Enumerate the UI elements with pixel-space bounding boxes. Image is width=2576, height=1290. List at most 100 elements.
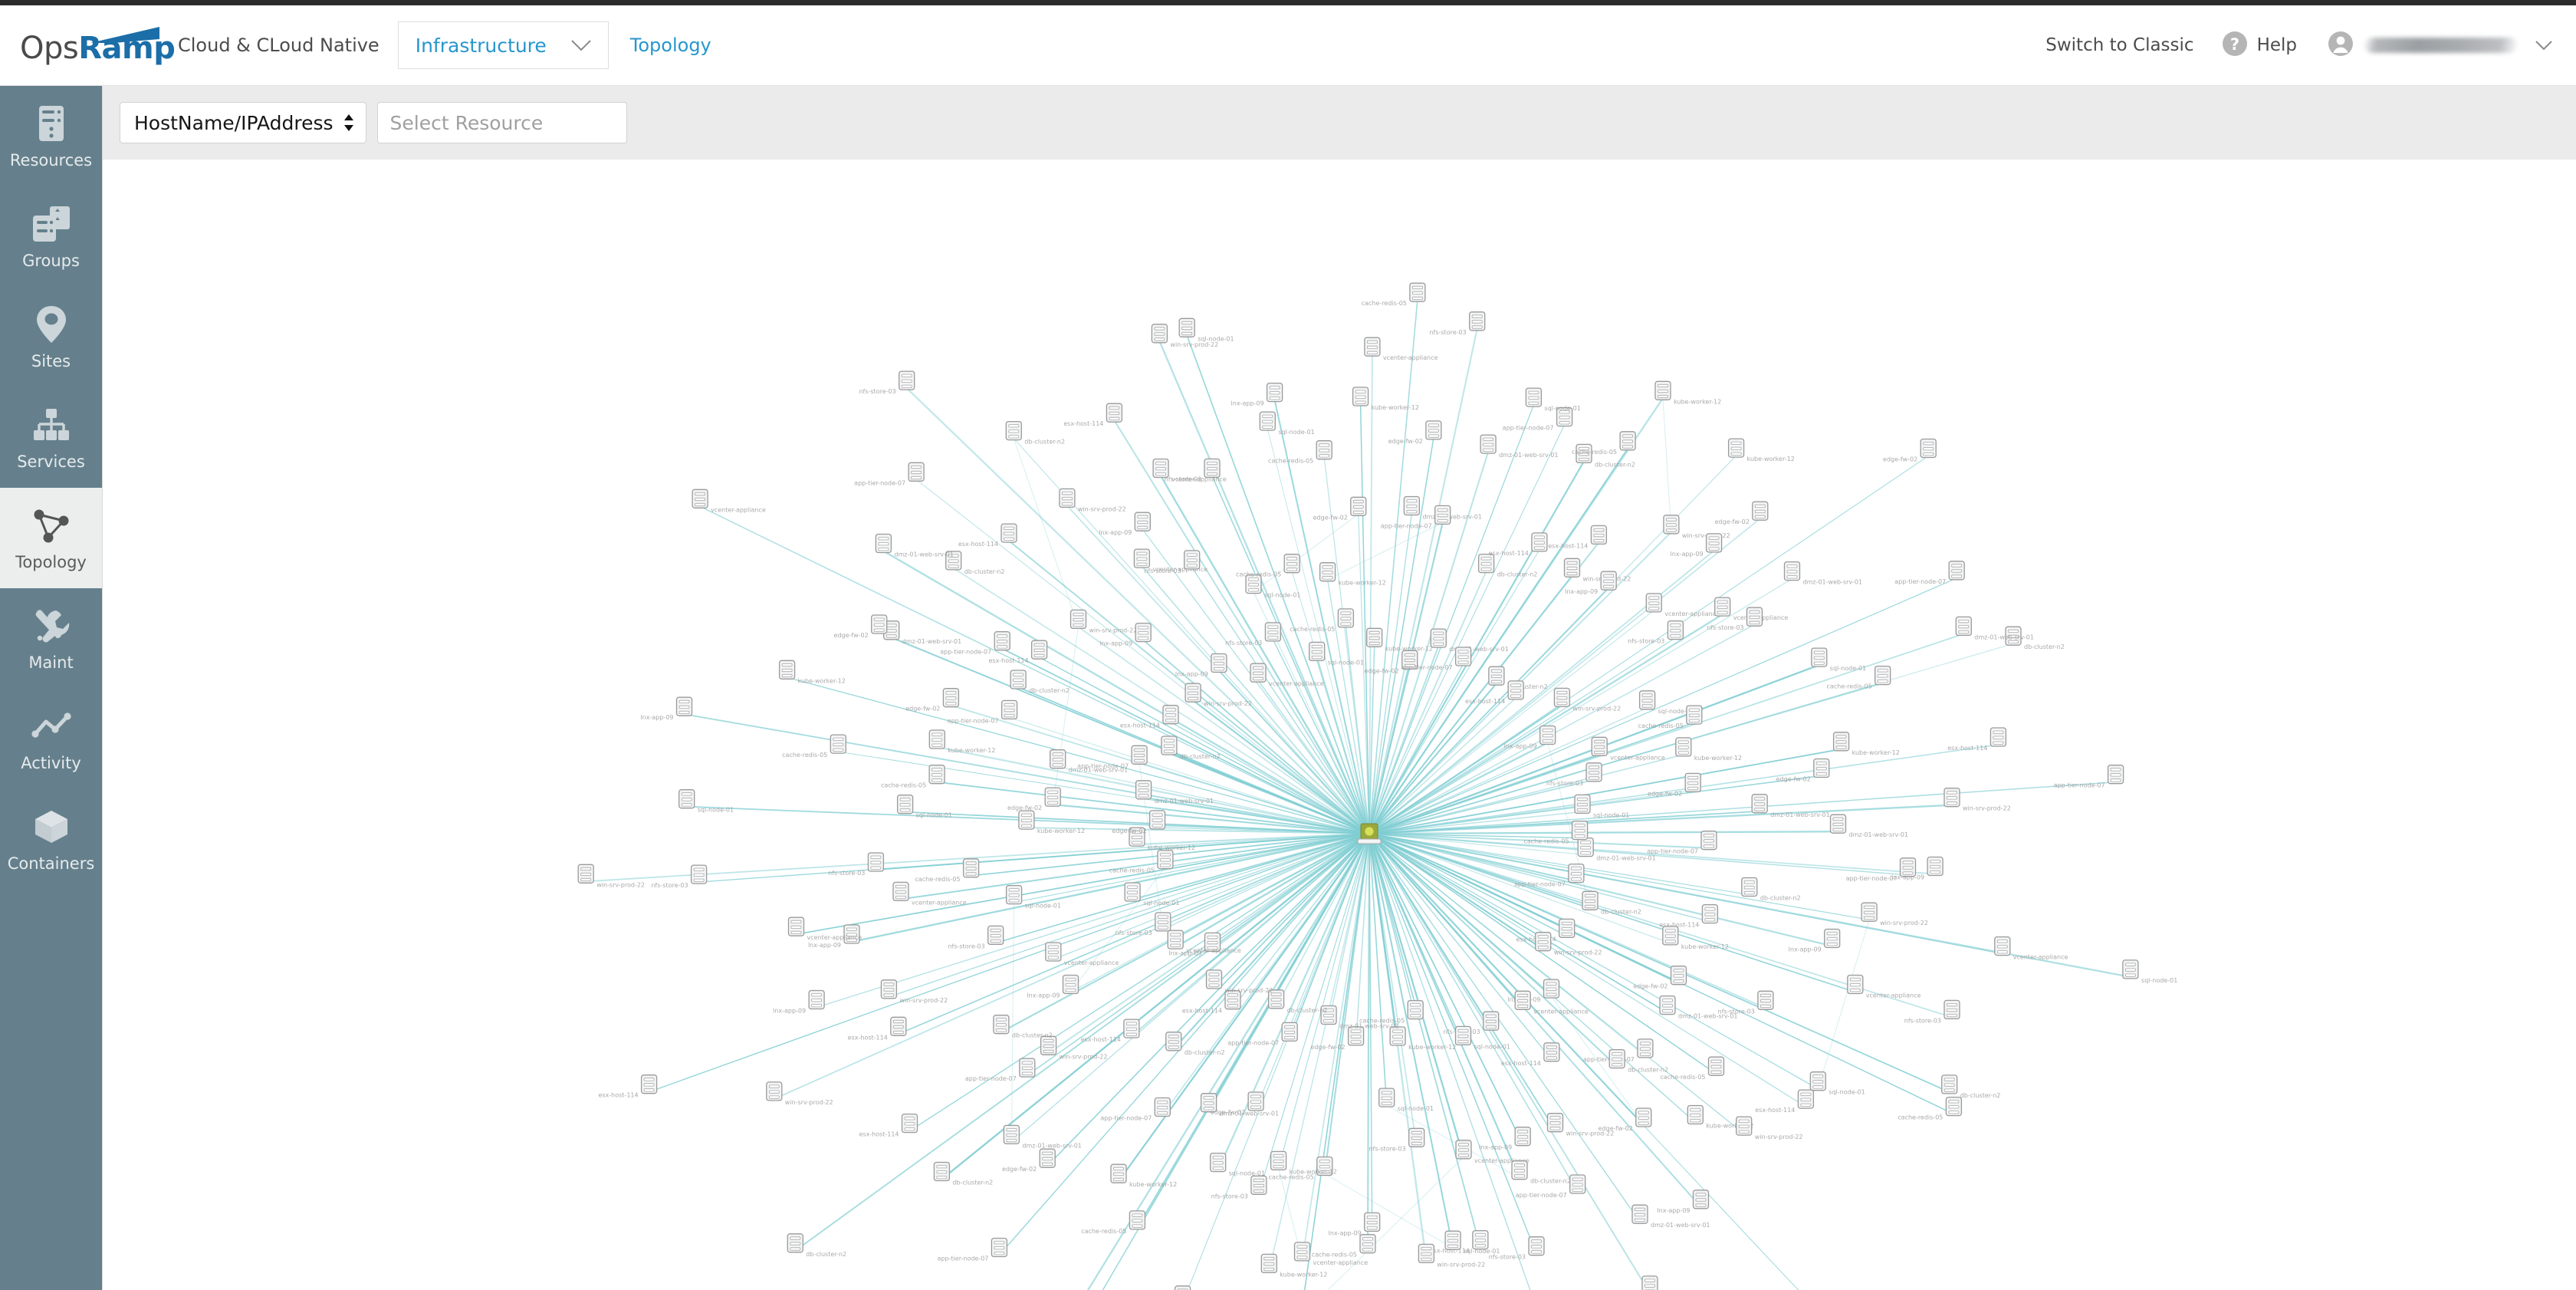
topology-node[interactable]: nfs-store-03 [948,925,1004,949]
topology-node[interactable]: kube-worker-12 [778,660,846,684]
topology-node[interactable]: win-srv-prod-22 [880,979,948,1004]
topology-node[interactable]: sql-node-01 [2122,959,2177,984]
sidebar-item-maint[interactable]: Maint [0,588,102,689]
topology-node[interactable]: app-tier-node-07 [937,1237,1008,1262]
topology-node[interactable]: dmz-01-web-srv-01 [1577,837,1656,862]
topology-node[interactable]: lnx-app-09 [1479,1127,1531,1151]
topology-graph[interactable]: dmz-01-web-srv-01app-tier-node-07db-clus… [103,160,2576,1290]
topology-node[interactable]: win-srv-prod-22 [577,864,645,888]
topology-node[interactable]: dmz-01-web-srv-01 [1829,814,1909,838]
topology-node[interactable]: nfs-store-03 [1546,762,1602,787]
topology-node[interactable]: dmz-01-web-srv-01 [1783,561,1863,586]
topology-node[interactable]: app-tier-node-07 [854,462,925,486]
topology-node[interactable]: db-cluster-n2 [945,551,1005,575]
topology-node[interactable]: lnx-app-09 [1891,856,1944,881]
topology-node[interactable]: vcenter-appliance [1364,337,1438,361]
topology-node[interactable]: lnx-app-09 [640,696,693,721]
opsramp-logo[interactable]: OpsRamp [20,25,176,66]
switch-to-classic-button[interactable]: Switch to Classic [2045,35,2193,55]
topology-node[interactable]: db-cluster-n2 [1582,890,1641,915]
help-button[interactable]: ? Help [2222,31,2297,61]
topology-node[interactable]: cache-redis-05 [1898,1096,1963,1121]
nav-link-topology[interactable]: Topology [630,35,711,56]
topology-node[interactable]: sql-node-01 [1809,1071,1865,1096]
topology-node[interactable]: cache-redis-05 [915,858,980,883]
topology-node[interactable]: esx-host-114 [1489,532,1548,557]
sidebar-item-groups[interactable]: Groups [0,186,102,287]
topology-node[interactable]: cache-redis-05 [881,765,945,789]
sidebar-item-services[interactable]: Services [0,387,102,488]
search-input[interactable] [389,111,614,134]
topology-node[interactable]: app-tier-node-07 [1894,561,1965,585]
topology-node[interactable]: app-tier-node-07 [1647,831,1717,855]
topology-node[interactable]: kube-worker-12 [1727,438,1795,462]
topology-node[interactable]: app-tier-node-07 [2054,765,2124,789]
topology-node[interactable]: vcenter-appliance [1847,974,1921,999]
sidebar-item-topology[interactable]: Topology [0,488,102,588]
topology-node[interactable]: sql-node-01 [1811,647,1866,672]
topology-node[interactable]: vcenter-appliance [1645,593,1720,617]
topology-node[interactable]: lnx-app-09 [773,989,825,1015]
topology-node[interactable]: app-tier-node-07 [1100,1097,1171,1122]
topology-node[interactable]: lnx-app-09 [1231,382,1283,407]
topology-node[interactable]: nfs-store-03 [1368,1127,1425,1152]
topology-node[interactable]: db-cluster-n2 [787,1233,846,1258]
topology-node[interactable]: sql-node-01 [678,789,734,814]
topology-node[interactable]: dmz-01-web-srv-01 [1955,616,2034,640]
topology-node[interactable]: edge-fw-02 [1633,966,1687,990]
topology-node[interactable]: edge-fw-02 [1002,1148,1056,1173]
topology-node[interactable]: kube-worker-12 [1319,562,1386,587]
topology-node[interactable]: nfs-store-03 [1211,1175,1267,1200]
topology-node[interactable]: db-cluster-n2 [1941,1074,2001,1099]
topology-node[interactable]: edge-fw-02 [1137,1285,1191,1290]
context-selector[interactable]: Infrastructure [397,21,609,69]
topology-node[interactable]: vcenter-appliance [1641,1275,1716,1290]
topology-node[interactable]: db-cluster-n2 [1165,1032,1225,1056]
topology-node[interactable]: app-tier-node-07 [965,1058,1036,1082]
topology-node[interactable]: edge-fw-02 [1598,1107,1652,1132]
topology-node[interactable]: win-srv-prod-22 [1861,902,1928,926]
topology-node[interactable]: win-srv-prod-22 [1070,609,1138,633]
topology-node[interactable]: kube-worker-12 [1366,627,1433,652]
sidebar-item-sites[interactable]: Sites [0,287,102,387]
topology-node[interactable]: edge-fw-02 [905,688,960,712]
topology-node[interactable]: kube-worker-12 [1654,380,1721,405]
topology-node[interactable]: db-cluster-n2 [993,1015,1053,1039]
topology-node[interactable]: cache-redis-05 [1081,1210,1146,1235]
topology-canvas[interactable]: dmz-01-web-srv-01 app-tier-node-07 db-clus… [103,160,2576,1290]
topology-node[interactable]: vcenter-appliance [692,489,766,513]
topology-node[interactable]: edge-fw-02 [1776,758,1830,783]
topology-node[interactable]: edge-fw-02 [834,614,888,639]
topology-node[interactable]: sql-node-01 [1245,574,1300,599]
topology-node[interactable]: edge-fw-02 [1883,438,1937,463]
sidebar-item-containers[interactable]: Containers [0,789,102,890]
topology-node[interactable]: kube-worker-12 [1675,737,1742,762]
filter-type-select[interactable]: HostName/IPAddress [120,102,366,143]
topology-node[interactable]: cache-redis-05 [782,734,846,759]
topology-node[interactable]: vcenter-appliance [1591,736,1665,761]
topology-node[interactable]: edge-fw-02 [1648,772,1701,797]
topology-node[interactable]: sql-node-01 [1525,387,1581,412]
topology-node[interactable]: db-cluster-n2 [933,1161,993,1186]
topology-node[interactable]: esx-host-114 [1120,705,1179,729]
sidebar-item-activity[interactable]: Activity [0,689,102,789]
sidebar-item-resources[interactable]: Resources [0,86,102,186]
topology-node[interactable]: kube-worker-12 [1832,732,1900,756]
topology-node[interactable]: esx-host-114 [859,1113,918,1138]
topology-node[interactable]: nfs-store-03 [1116,912,1171,936]
topology-node[interactable]: db-cluster-n2 [1741,877,1801,902]
topology-node[interactable]: app-tier-node-07 [1077,745,1148,769]
topology-node[interactable]: vcenter-appliance [1045,942,1119,966]
topology-node[interactable]: cache-redis-05 [1312,1234,1376,1259]
topology-node[interactable]: db-cluster-n2 [1161,735,1221,760]
topology-node[interactable]: esx-host-114 [848,1016,907,1041]
topology-node[interactable]: esx-host-114 [1548,525,1608,549]
topology-node[interactable]: dmz-01-web-srv-01 [1050,749,1129,774]
topology-node[interactable]: sql-node-01 [1454,1025,1510,1050]
topology-node[interactable]: lnx-app-09 [1657,1190,1710,1214]
topology-node[interactable]: lnx-app-09 [1329,1212,1381,1236]
topology-node[interactable]: cache-redis-05 [1268,440,1332,465]
topology-nodes[interactable]: dmz-01-web-srv-01app-tier-node-07db-clus… [577,282,2177,1290]
topology-node[interactable]: vcenter-appliance [1994,936,2068,961]
topology-node[interactable]: nfs-store-03 [1718,990,1774,1015]
